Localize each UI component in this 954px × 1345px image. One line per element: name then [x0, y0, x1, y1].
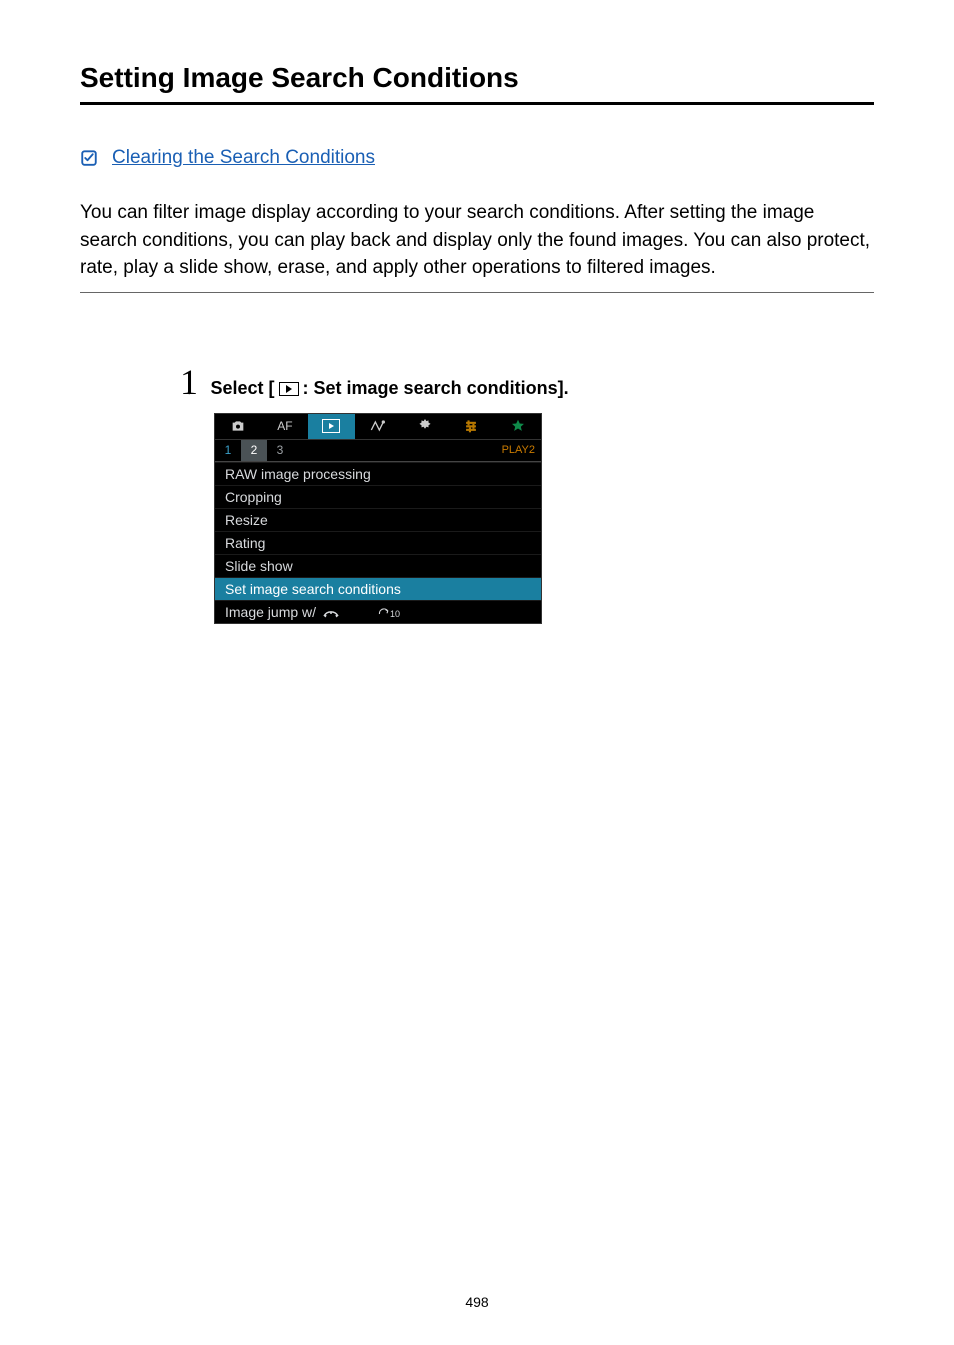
menu-item-slideshow: Slide show [215, 554, 541, 577]
dial-icon [322, 606, 340, 618]
tab-af: AF [262, 414, 309, 439]
menu-item-cropping: Cropping [215, 485, 541, 508]
menu-item-resize: Resize [215, 508, 541, 531]
link-bullet-icon [80, 149, 98, 167]
intro-paragraph: You can filter image display according t… [80, 199, 874, 293]
tab-shoot-icon [215, 414, 262, 439]
clearing-conditions-link[interactable]: Clearing the Search Conditions [112, 147, 375, 169]
subtab-2: 2 [241, 440, 267, 461]
step-number: 1. [180, 361, 193, 403]
subtab-3: 3 [267, 440, 293, 461]
tab-custom-icon [448, 414, 495, 439]
menu-item-rating: Rating [215, 531, 541, 554]
page-number: 498 [0, 1294, 954, 1310]
menu-item-raw: RAW image processing [215, 462, 541, 485]
menu-item-set-conditions: Set image search conditions [215, 577, 541, 600]
jump-value-icon: 10 [378, 605, 400, 619]
playback-icon [279, 382, 299, 396]
step-heading: 1. Select [ : Set image search condition… [180, 361, 874, 403]
tab-setup-icon [401, 414, 448, 439]
menu-item-image-jump: Image jump w/ 10 [215, 600, 541, 623]
page-title: Setting Image Search Conditions [80, 62, 874, 105]
camera-top-tabs: AF [215, 414, 541, 440]
step-1-block: 1. Select [ : Set image search condition… [180, 361, 874, 624]
tab-mymenu-icon [494, 414, 541, 439]
step-title: Select [ : Set image search conditions]. [211, 378, 569, 399]
camera-menu-screenshot: AF 1 2 3 PLAY2 RAW image processi [214, 413, 542, 624]
related-link-row: Clearing the Search Conditions [80, 147, 874, 169]
subtab-1: 1 [215, 440, 241, 461]
subtab-label: PLAY2 [502, 440, 541, 461]
tab-wireless-icon [355, 414, 402, 439]
camera-sub-tabs: 1 2 3 PLAY2 [215, 440, 541, 462]
tab-playback-icon [308, 414, 355, 439]
